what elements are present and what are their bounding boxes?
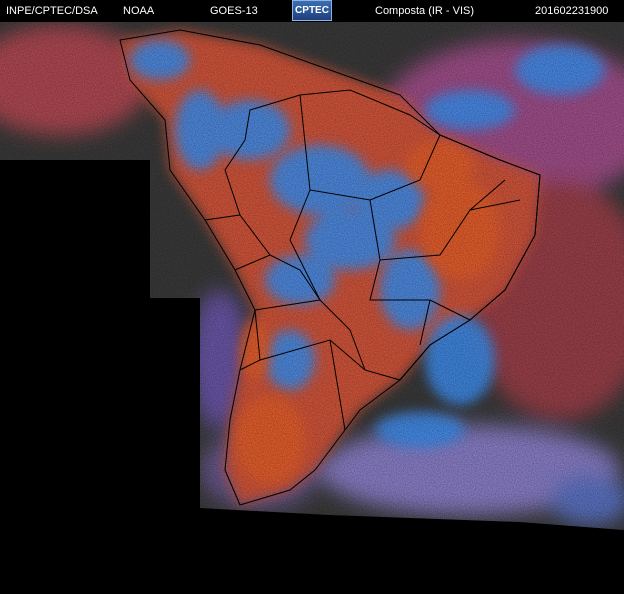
satellite-composite-map: [0, 22, 624, 530]
logo-text: CPTEC: [295, 5, 329, 16]
cptec-logo: CPTEC: [292, 0, 332, 21]
product-label: Composta (IR - VIS): [375, 5, 475, 17]
provider-label: NOAA: [123, 5, 155, 17]
imagery-layer: [0, 22, 624, 530]
image-header: INPE/CPTEC/DSA NOAA GOES-13 CPTEC Compos…: [0, 0, 624, 22]
agency-label: INPE/CPTEC/DSA: [6, 5, 98, 17]
satellite-label: GOES-13: [210, 5, 258, 17]
timestamp-label: 201602231900: [535, 5, 609, 17]
texture-noise: [0, 22, 624, 530]
